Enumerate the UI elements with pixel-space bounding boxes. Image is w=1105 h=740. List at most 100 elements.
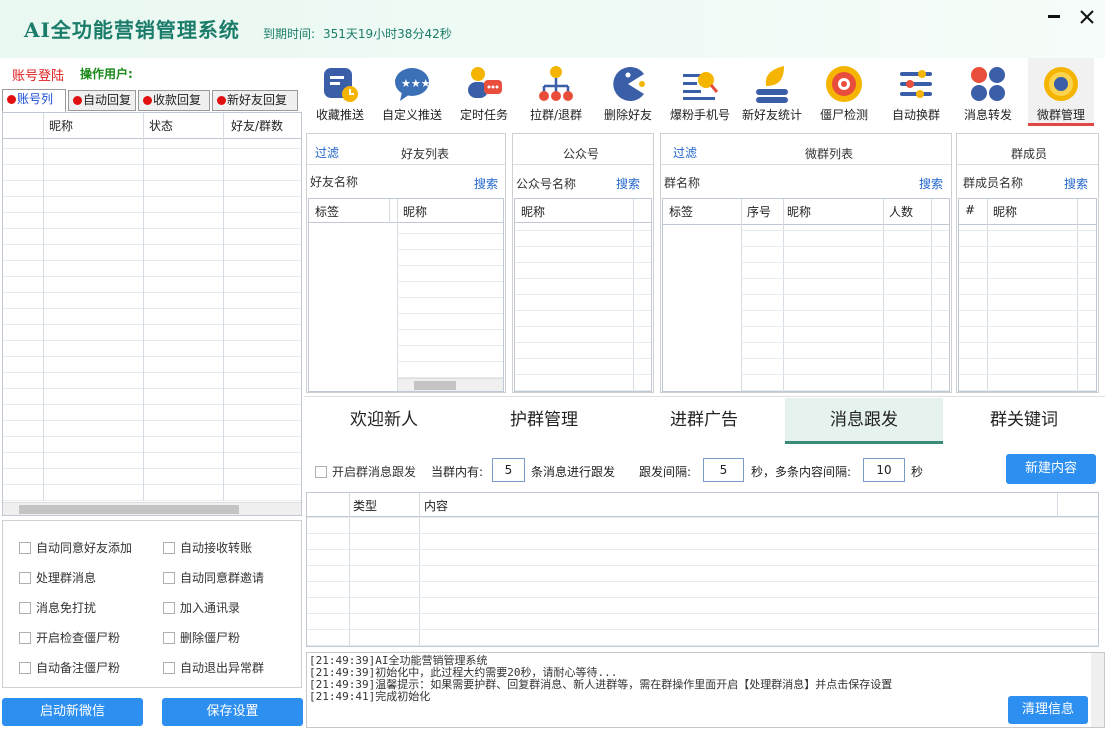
toolbar-new-friend-stats[interactable]: 新好友统计 bbox=[736, 58, 808, 126]
toolbar-scheduled-task[interactable]: 定时任务 bbox=[448, 58, 520, 126]
status-dot-icon bbox=[143, 96, 152, 105]
groups-panel-title: 微群列表 bbox=[805, 147, 854, 161]
tab-account-list[interactable]: 账号列 bbox=[2, 89, 66, 112]
tab-new-friend-reply[interactable]: 新好友回复 bbox=[212, 90, 298, 111]
official-panel-title: 公众号 bbox=[563, 147, 600, 161]
minimize-icon[interactable] bbox=[1043, 6, 1065, 28]
column-header[interactable]: 标签 bbox=[669, 203, 693, 220]
auto-accept-group-invite-checkbox[interactable]: 自动同意群邀请 bbox=[163, 569, 264, 586]
leaf-stack-icon bbox=[752, 64, 792, 104]
toolbar-label: 消息转发 bbox=[963, 108, 1012, 122]
toolbar-auto-switch-group[interactable]: 自动换群 bbox=[880, 58, 952, 126]
do-not-disturb-checkbox[interactable]: 消息免打扰 bbox=[19, 599, 96, 616]
tab-join-group-ad[interactable]: 进群广告 bbox=[626, 398, 782, 444]
tab-auto-reply[interactable]: 自动回复 bbox=[68, 90, 136, 111]
toolbar-label: 收藏推送 bbox=[315, 108, 364, 122]
groups-panel: 过滤 微群列表 群名称 搜索 标签 序号 昵称 人数 bbox=[660, 133, 952, 393]
members-table[interactable]: # 昵称 bbox=[958, 198, 1097, 392]
members-panel-title: 群成员 bbox=[1011, 147, 1048, 161]
remark-zombie-checkbox[interactable]: 自动备注僵尸粉 bbox=[19, 659, 120, 676]
gear-icon bbox=[1041, 64, 1081, 104]
new-content-button[interactable]: 新建内容 bbox=[1006, 454, 1096, 484]
in-group-label: 当群内有: bbox=[431, 465, 484, 479]
toolbar-bookmark-push[interactable]: 收藏推送 bbox=[304, 58, 376, 126]
groups-filter-link[interactable]: 过滤 bbox=[673, 144, 697, 161]
column-header[interactable]: 昵称 bbox=[993, 203, 1017, 220]
account-login-link[interactable]: 账号登陆 bbox=[12, 65, 64, 84]
toolbar-custom-push[interactable]: ★★★ 自定义推送 bbox=[376, 58, 448, 126]
auto-exit-abnormal-group-checkbox[interactable]: 自动退出异常群 bbox=[163, 659, 264, 676]
svg-text:★★★: ★★★ bbox=[401, 77, 431, 90]
clear-info-button[interactable]: 清理信息 bbox=[1008, 696, 1088, 724]
status-dot-icon bbox=[73, 96, 82, 105]
follow-interval-input[interactable]: 5 bbox=[703, 458, 744, 482]
groups-search-link[interactable]: 搜索 bbox=[919, 175, 943, 192]
official-search-link[interactable]: 搜索 bbox=[616, 175, 640, 192]
handle-group-msg-checkbox[interactable]: 处理群消息 bbox=[19, 569, 96, 586]
toolbar-wechat-group-manage[interactable]: 微群管理 bbox=[1028, 58, 1094, 126]
tab-welcome-newcomer[interactable]: 欢迎新人 bbox=[306, 398, 462, 444]
friends-table[interactable]: 标签 昵称 bbox=[308, 198, 504, 392]
target-icon bbox=[824, 64, 864, 104]
column-header[interactable]: 内容 bbox=[424, 497, 448, 514]
content-table[interactable]: 类型 内容 bbox=[306, 492, 1099, 647]
pacman-icon bbox=[608, 64, 648, 104]
members-search-link[interactable]: 搜索 bbox=[1064, 175, 1088, 192]
horizontal-scrollbar[interactable] bbox=[3, 502, 301, 515]
start-wechat-button[interactable]: 启动新微信 bbox=[2, 698, 143, 726]
column-header[interactable]: 状态 bbox=[149, 117, 173, 134]
column-header[interactable]: # bbox=[965, 203, 975, 217]
column-header[interactable]: 昵称 bbox=[49, 117, 73, 134]
toolbar-zombie-check[interactable]: 僵尸检测 bbox=[808, 58, 880, 126]
auto-receive-transfer-checkbox[interactable]: 自动接收转账 bbox=[163, 539, 252, 556]
log-text: [21:49:39]AI全功能营销管理系统 [21:49:39]初始化中，此过程… bbox=[309, 655, 1089, 703]
column-header[interactable]: 昵称 bbox=[787, 203, 811, 220]
interval-suffix-label: 秒，多条内容间隔: bbox=[751, 465, 852, 479]
auto-accept-friend-checkbox[interactable]: 自动同意好友添加 bbox=[19, 539, 132, 556]
toolbar-label: 微群管理 bbox=[1036, 108, 1085, 122]
column-header[interactable]: 昵称 bbox=[521, 203, 545, 220]
check-zombie-checkbox[interactable]: 开启检查僵尸粉 bbox=[19, 629, 120, 646]
toolbar-join-leave-group[interactable]: 拉群/退群 bbox=[520, 58, 592, 126]
column-header[interactable]: 昵称 bbox=[403, 203, 427, 220]
group-members-panel: 群成员 群成员名称 搜索 # 昵称 bbox=[956, 133, 1099, 393]
toolbar-delete-friend[interactable]: 删除好友 bbox=[592, 58, 664, 126]
friends-filter-link[interactable]: 过滤 bbox=[315, 144, 339, 161]
search-list-icon bbox=[680, 64, 720, 104]
toolbar-message-forward[interactable]: 消息转发 bbox=[952, 58, 1024, 126]
member-name-label: 群成员名称 bbox=[963, 176, 1024, 190]
close-icon[interactable] bbox=[1076, 6, 1098, 28]
tab-message-follow[interactable]: 消息跟发 bbox=[785, 398, 943, 444]
chat-stars-icon: ★★★ bbox=[392, 64, 432, 104]
horizontal-scrollbar[interactable] bbox=[398, 378, 503, 391]
column-header[interactable]: 好友/群数 bbox=[231, 117, 283, 134]
log-line: [21:49:41]完成初始化 bbox=[309, 690, 431, 703]
message-count-input[interactable]: 5 bbox=[492, 458, 525, 482]
column-header[interactable]: 序号 bbox=[747, 203, 771, 220]
enable-follow-checkbox[interactable]: 开启群消息跟发 bbox=[315, 463, 416, 480]
column-header[interactable]: 人数 bbox=[889, 203, 913, 220]
toolbar-label: 自定义推送 bbox=[381, 108, 442, 122]
tab-group-protection[interactable]: 护群管理 bbox=[466, 398, 622, 444]
vertical-scrollbar[interactable] bbox=[1091, 653, 1104, 727]
official-table[interactable]: 昵称 bbox=[514, 198, 652, 392]
save-settings-button[interactable]: 保存设置 bbox=[162, 698, 303, 726]
log-panel[interactable]: [21:49:39]AI全功能营销管理系统 [21:49:39]初始化中，此过程… bbox=[306, 652, 1105, 728]
tab-group-keywords[interactable]: 群关键词 bbox=[946, 398, 1102, 444]
person-chat-icon bbox=[464, 64, 504, 104]
add-to-contacts-checkbox[interactable]: 加入通讯录 bbox=[163, 599, 240, 616]
account-table[interactable]: 昵称 状态 好友/群数 bbox=[2, 112, 302, 516]
tab-payment-reply[interactable]: 收款回复 bbox=[138, 90, 210, 111]
delete-zombie-checkbox[interactable]: 删除僵尸粉 bbox=[163, 629, 240, 646]
groups-table[interactable]: 标签 序号 昵称 人数 bbox=[662, 198, 950, 392]
app-title: AI全功能营销管理系统 bbox=[24, 18, 240, 42]
multi-interval-input[interactable]: 10 bbox=[863, 458, 905, 482]
toolbar-phone-fans[interactable]: 爆粉手机号 bbox=[664, 58, 736, 126]
dots-grid-icon bbox=[968, 64, 1008, 104]
column-header[interactable]: 类型 bbox=[353, 497, 377, 514]
interval-label: 跟发间隔: bbox=[639, 465, 692, 479]
column-header[interactable]: 标签 bbox=[315, 203, 339, 220]
account-table-body[interactable] bbox=[3, 139, 301, 501]
friends-search-link[interactable]: 搜索 bbox=[474, 175, 498, 192]
org-tree-icon bbox=[536, 64, 576, 104]
